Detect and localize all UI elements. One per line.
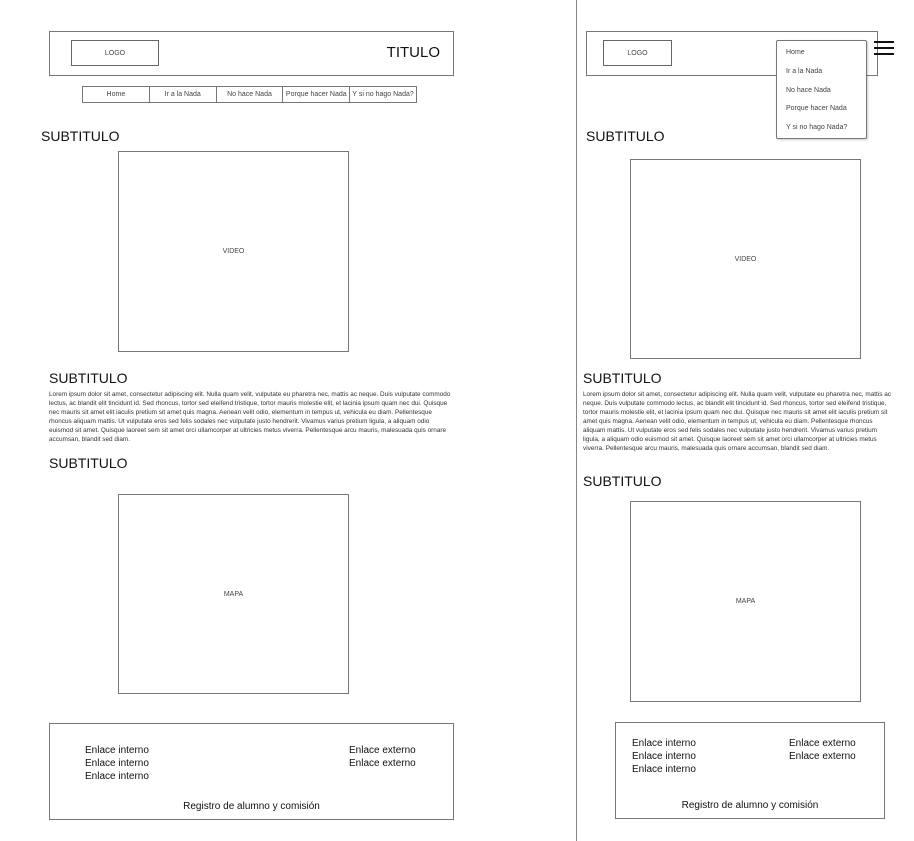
- mobile-video-placeholder[interactable]: VIDEO: [630, 159, 861, 359]
- external-link[interactable]: Enlace externo: [789, 737, 856, 750]
- desktop-registry-text: Registro de alumno y comisión: [183, 801, 320, 812]
- desktop-video-placeholder[interactable]: VIDEO: [118, 151, 349, 352]
- mobile-map-placeholder[interactable]: MAPA: [630, 501, 861, 702]
- desktop-subtitle-3: SUBTITULO: [49, 455, 128, 471]
- wireframe-divider: [576, 0, 577, 841]
- menu-item-y-si-no-hago-nada[interactable]: Y si no hago Nada?: [777, 119, 866, 138]
- mobile-lorem-paragraph: Lorem ipsum dolor sit amet, consectetur …: [583, 391, 891, 452]
- nav-item-ir-a-la-nada[interactable]: Ir a la Nada: [150, 87, 217, 102]
- menu-item-ir-a-la-nada[interactable]: Ir a la Nada: [777, 63, 866, 82]
- desktop-page-title: TITULO: [386, 44, 440, 61]
- external-link[interactable]: Enlace externo: [349, 744, 416, 757]
- mobile-internal-links: Enlace interno Enlace interno Enlace int…: [632, 737, 696, 776]
- desktop-footer: Enlace interno Enlace interno Enlace int…: [49, 723, 454, 820]
- internal-link[interactable]: Enlace interno: [85, 744, 149, 757]
- mobile-dropdown-menu: Home Ir a la Nada No hace Nada Porque ha…: [776, 40, 867, 139]
- internal-link[interactable]: Enlace interno: [632, 763, 696, 776]
- desktop-header: LOGO TITULO: [49, 31, 454, 76]
- internal-link[interactable]: Enlace interno: [85, 770, 149, 783]
- nav-item-porque-hacer-nada[interactable]: Porque hacer Nada: [283, 87, 351, 102]
- nav-item-y-si-no-hago-nada[interactable]: Y si no hago Nada?: [350, 87, 416, 102]
- desktop-external-links: Enlace externo Enlace externo: [349, 744, 416, 770]
- desktop-subtitle-2: SUBTITULO: [49, 370, 128, 386]
- menu-item-no-hace-nada[interactable]: No hace Nada: [777, 82, 866, 101]
- internal-link[interactable]: Enlace interno: [632, 750, 696, 763]
- mobile-footer: Enlace interno Enlace interno Enlace int…: [615, 722, 885, 819]
- desktop-navbar: Home Ir a la Nada No hace Nada Porque ha…: [82, 86, 417, 103]
- mobile-registry-text: Registro de alumno y comisión: [681, 800, 819, 811]
- desktop-lorem-paragraph: Lorem ipsum dolor sit amet, consectetur …: [49, 391, 451, 443]
- mobile-logo[interactable]: LOGO: [603, 40, 672, 66]
- hamburger-icon[interactable]: [874, 41, 894, 59]
- internal-link[interactable]: Enlace interno: [632, 737, 696, 750]
- desktop-subtitle-1: SUBTITULO: [41, 128, 120, 144]
- menu-item-home[interactable]: Home: [777, 44, 866, 63]
- mobile-subtitle-3: SUBTITULO: [583, 473, 662, 489]
- desktop-internal-links: Enlace interno Enlace interno Enlace int…: [85, 744, 149, 783]
- mobile-external-links: Enlace externo Enlace externo: [789, 737, 856, 763]
- external-link[interactable]: Enlace externo: [789, 750, 856, 763]
- mobile-subtitle-2: SUBTITULO: [583, 370, 662, 386]
- desktop-map-placeholder[interactable]: MAPA: [118, 494, 349, 694]
- desktop-logo[interactable]: LOGO: [71, 40, 159, 66]
- external-link[interactable]: Enlace externo: [349, 757, 416, 770]
- menu-item-porque-hacer-nada[interactable]: Porque hacer Nada: [777, 100, 866, 119]
- nav-item-no-hace-nada[interactable]: No hace Nada: [217, 87, 284, 102]
- mobile-subtitle-1: SUBTITULO: [586, 128, 665, 144]
- internal-link[interactable]: Enlace interno: [85, 757, 149, 770]
- nav-item-home[interactable]: Home: [83, 87, 150, 102]
